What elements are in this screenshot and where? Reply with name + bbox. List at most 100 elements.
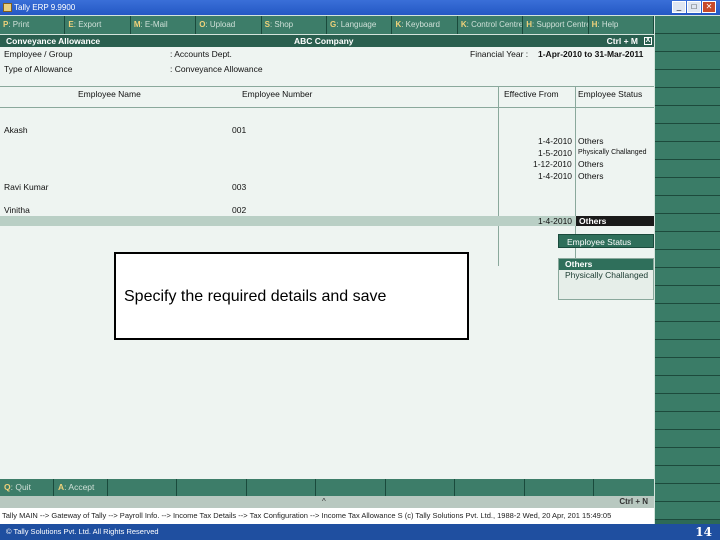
side-button[interactable]: [655, 160, 720, 178]
employee-number: 002: [232, 205, 247, 215]
menu-language[interactable]: G: Language: [327, 16, 393, 34]
page-number: 14: [695, 525, 712, 539]
effective-date[interactable]: 1-4-2010: [538, 171, 572, 181]
navigation-path: Tally MAIN --> Gateway of Tally --> Payr…: [0, 508, 654, 524]
side-button[interactable]: [655, 466, 720, 484]
bottom-button[interactable]: [524, 479, 594, 496]
group-value[interactable]: : Accounts Dept.: [170, 49, 232, 59]
financial-year-label: Financial Year :: [470, 49, 529, 59]
side-button[interactable]: [655, 250, 720, 268]
side-button[interactable]: [655, 430, 720, 448]
group-label: Employee / Group: [4, 49, 73, 59]
side-button[interactable]: [655, 268, 720, 286]
employee-status-value[interactable]: Others: [578, 136, 604, 146]
bottom-button-bar: Q: Quit A: Accept: [0, 479, 654, 496]
divider: [0, 86, 654, 87]
side-button[interactable]: [655, 376, 720, 394]
minimize-button[interactable]: _: [672, 1, 686, 13]
menu-support-centre[interactable]: H: Support Centre: [523, 16, 589, 34]
current-effective-date[interactable]: 1-4-2010: [538, 216, 572, 226]
menu-control-centre[interactable]: K: Control Centre: [457, 16, 524, 34]
close-screen-icon[interactable]: X: [644, 37, 652, 45]
col-effective-from: Effective From: [504, 89, 559, 99]
side-button[interactable]: [655, 358, 720, 376]
menu-help[interactable]: H: Help: [588, 16, 655, 34]
employee-number: 001: [232, 125, 247, 135]
col-employee-number: Employee Number: [242, 89, 313, 99]
bottom-button[interactable]: [246, 479, 317, 496]
side-button[interactable]: [655, 412, 720, 430]
menu-shop[interactable]: S: Shop: [261, 16, 328, 34]
quit-button[interactable]: Q: Quit: [0, 479, 54, 496]
status-option-physically-challanged[interactable]: Physically Challanged: [559, 270, 653, 281]
maximize-button[interactable]: □: [687, 1, 701, 13]
side-button[interactable]: [655, 232, 720, 250]
effective-date[interactable]: 1-5-2010: [538, 148, 572, 158]
side-button[interactable]: [655, 34, 720, 52]
side-button[interactable]: [655, 106, 720, 124]
calculator-shortcut[interactable]: Ctrl + N: [619, 496, 648, 508]
employee-name: Ravi Kumar: [4, 182, 49, 192]
employee-status-value[interactable]: Physically Challanged: [578, 149, 646, 156]
side-button[interactable]: [655, 394, 720, 412]
control-bar: ^ Ctrl + N: [0, 496, 654, 508]
side-button[interactable]: [655, 16, 720, 34]
bottom-button[interactable]: [385, 479, 456, 496]
company-name: ABC Company: [294, 36, 354, 46]
menu-keyboard[interactable]: K: Keyboard: [392, 16, 458, 34]
side-button[interactable]: [655, 484, 720, 502]
menu-email[interactable]: M: E-Mail: [130, 16, 197, 34]
employee-number: 003: [232, 182, 247, 192]
allowance-value[interactable]: : Conveyance Allowance: [170, 64, 263, 74]
side-button[interactable]: [655, 88, 720, 106]
menu-upload[interactable]: O: Upload: [196, 16, 262, 34]
popup-list: Others Physically Challanged: [558, 258, 654, 300]
close-button[interactable]: ✕: [702, 1, 716, 13]
employee-name: Akash: [4, 125, 28, 135]
employee-status-popup: Employee Status Others Physically Challa…: [558, 234, 654, 300]
bottom-button[interactable]: [593, 479, 654, 496]
bottom-button[interactable]: [177, 479, 247, 496]
side-button[interactable]: [655, 70, 720, 88]
top-menu-bar: P: Print E: Export M: E-Mail O: Upload S…: [0, 16, 655, 34]
screen-header: Conveyance Allowance ABC Company Ctrl + …: [0, 35, 654, 47]
bottom-button[interactable]: [108, 479, 178, 496]
menu-export[interactable]: E: Export: [65, 16, 131, 34]
window-title: Tally ERP 9.9900: [14, 3, 76, 12]
side-button[interactable]: [655, 502, 720, 520]
divider: [0, 107, 654, 108]
copyright-text: © Tally Solutions Pvt. Ltd. All Rights R…: [6, 527, 159, 536]
effective-date[interactable]: 1-12-2010: [533, 159, 572, 169]
popup-title: Employee Status: [558, 234, 654, 248]
window-title-bar: Tally ERP 9.9900 _ □ ✕: [0, 0, 720, 15]
side-button[interactable]: [655, 340, 720, 358]
button-panel: [655, 16, 720, 524]
effective-date[interactable]: 1-4-2010: [538, 136, 572, 146]
app-icon: [3, 3, 12, 12]
side-button[interactable]: [655, 214, 720, 232]
allowance-label: Type of Allowance: [4, 64, 73, 74]
side-button[interactable]: [655, 196, 720, 214]
accept-button[interactable]: A: Accept: [54, 479, 108, 496]
side-button[interactable]: [655, 52, 720, 70]
side-button[interactable]: [655, 286, 720, 304]
side-button[interactable]: [655, 124, 720, 142]
side-button[interactable]: [655, 142, 720, 160]
menu-print[interactable]: P: Print: [0, 16, 66, 34]
shortcut-hint: Ctrl + M: [606, 36, 638, 46]
financial-year-value: 1-Apr-2010 to 31-Mar-2011: [538, 49, 644, 59]
side-button[interactable]: [655, 304, 720, 322]
side-button[interactable]: [655, 178, 720, 196]
bottom-button[interactable]: [455, 479, 525, 496]
current-status-field[interactable]: Others: [576, 216, 654, 226]
side-button[interactable]: [655, 448, 720, 466]
employee-status-value[interactable]: Others: [578, 159, 604, 169]
side-button[interactable]: [655, 322, 720, 340]
instruction-callout: Specify the required details and save: [114, 252, 469, 340]
scroll-up-icon[interactable]: ^: [322, 496, 326, 508]
bottom-button[interactable]: [316, 479, 386, 496]
status-option-others[interactable]: Others: [559, 259, 653, 270]
employee-name: Vinitha: [4, 205, 30, 215]
screen-title: Conveyance Allowance: [6, 36, 101, 46]
employee-status-value[interactable]: Others: [578, 171, 604, 181]
